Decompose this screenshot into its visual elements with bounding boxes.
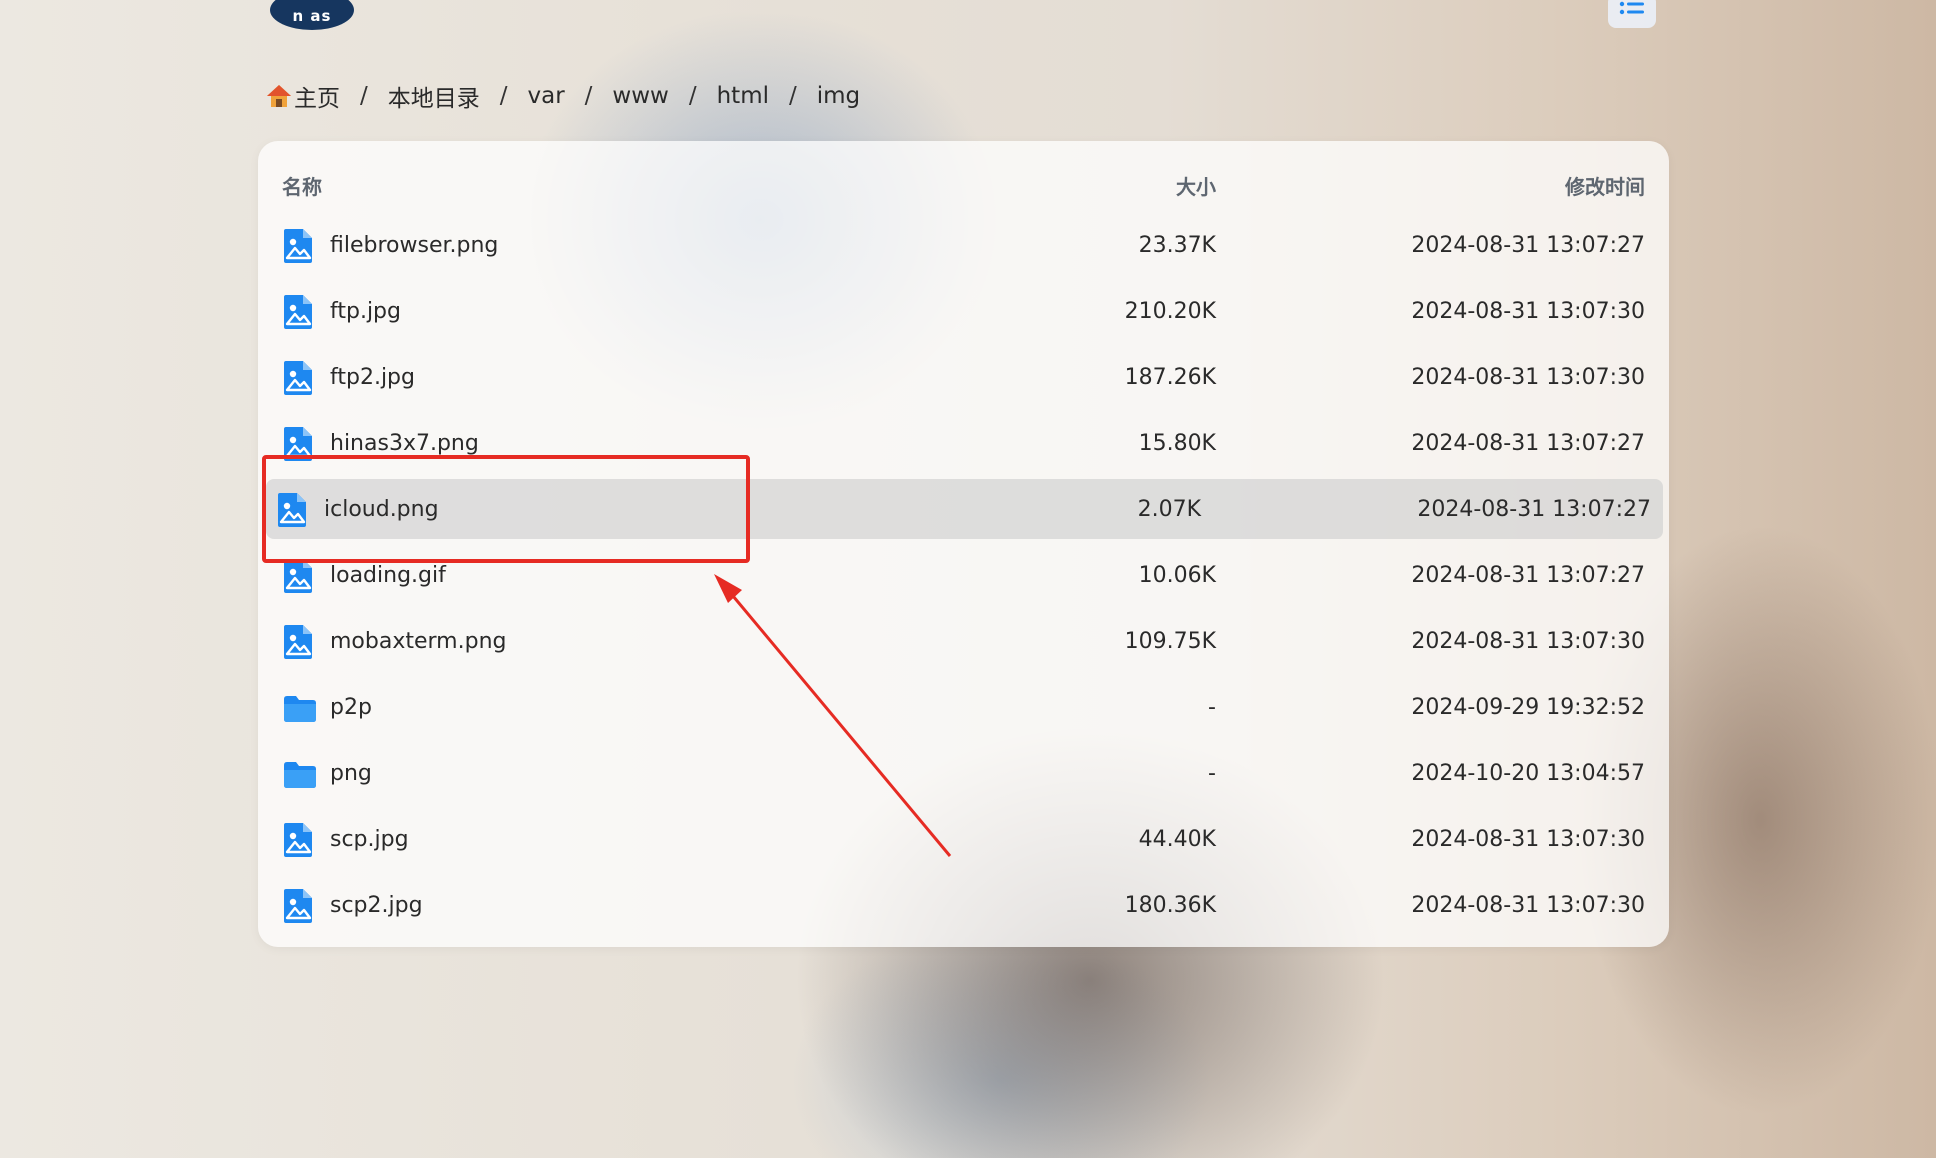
breadcrumb-var[interactable]: var <box>528 83 565 109</box>
column-header-modified[interactable]: 修改时间 <box>1565 171 1645 200</box>
file-row[interactable]: hinas3x7.png 15.80K 2024-08-31 13:07:27 <box>258 413 1669 473</box>
file-row[interactable]: ftp.jpg 210.20K 2024-08-31 13:07:30 <box>258 281 1669 341</box>
file-row[interactable]: ftp2.jpg 187.26K 2024-08-31 13:07:30 <box>258 347 1669 407</box>
list-view-toggle-button[interactable] <box>1608 0 1656 28</box>
file-size: - <box>1208 695 1216 720</box>
file-modified-time: 2024-08-31 13:07:30 <box>1411 629 1645 654</box>
breadcrumb-www[interactable]: www <box>612 83 668 109</box>
column-header-size[interactable]: 大小 <box>1176 171 1216 200</box>
file-name[interactable]: mobaxterm.png <box>330 629 506 654</box>
file-size: 180.36K <box>1124 893 1216 918</box>
file-size: 15.80K <box>1138 431 1216 456</box>
file-name[interactable]: png <box>330 761 372 786</box>
file-list-panel: 名称 大小 修改时间 filebrowser.png 23.37K 2024-08-… <box>258 141 1669 947</box>
folder-icon <box>282 689 316 727</box>
file-size: 187.26K <box>1124 365 1216 390</box>
file-row[interactable]: mobaxterm.png 109.75K 2024-08-31 13:07:30 <box>258 611 1669 671</box>
file-row[interactable]: filebrowser.png 23.37K 2024-08-31 13:07:27 <box>258 215 1669 275</box>
image-file-icon <box>282 293 314 331</box>
file-name[interactable]: scp.jpg <box>330 827 409 852</box>
file-name[interactable]: ftp2.jpg <box>330 365 415 390</box>
file-name[interactable]: filebrowser.png <box>330 233 498 258</box>
file-size: 210.20K <box>1124 299 1216 324</box>
image-file-icon <box>282 359 314 397</box>
file-modified-time: 2024-08-31 13:07:27 <box>1411 563 1645 588</box>
breadcrumb-local-dir[interactable]: 本地目录 <box>388 79 480 113</box>
file-row[interactable]: icloud.png 2.07K 2024-08-31 13:07:27 <box>266 479 1663 539</box>
home-icon <box>267 85 291 107</box>
file-row[interactable]: loading.gif 10.06K 2024-08-31 13:07:27 <box>258 545 1669 605</box>
file-modified-time: 2024-08-31 13:07:30 <box>1411 299 1645 324</box>
breadcrumb-separator: / <box>688 83 697 109</box>
file-name[interactable]: hinas3x7.png <box>330 431 479 456</box>
file-name[interactable]: icloud.png <box>324 497 439 522</box>
file-size: 44.40K <box>1138 827 1216 852</box>
file-modified-time: 2024-08-31 13:07:27 <box>1417 497 1651 522</box>
breadcrumb-html[interactable]: html <box>717 83 769 109</box>
file-modified-time: 2024-08-31 13:07:27 <box>1411 233 1645 258</box>
breadcrumb-separator: / <box>360 83 368 109</box>
file-row[interactable]: p2p - 2024-09-29 19:32:52 <box>258 677 1669 737</box>
file-modified-time: 2024-08-31 13:07:30 <box>1411 893 1645 918</box>
file-modified-time: 2024-08-31 13:07:30 <box>1411 365 1645 390</box>
file-modified-time: 2024-10-20 13:04:57 <box>1411 761 1645 786</box>
breadcrumb-img[interactable]: img <box>817 83 860 109</box>
breadcrumb-separator: / <box>789 83 797 109</box>
file-size: 10.06K <box>1138 563 1216 588</box>
file-row[interactable]: scp2.jpg 180.36K 2024-08-31 13:07:30 <box>258 875 1669 935</box>
breadcrumb-label: 主页 <box>294 86 340 112</box>
image-file-icon <box>282 227 314 265</box>
file-size: 2.07K <box>1137 497 1201 522</box>
image-file-icon <box>282 821 314 859</box>
file-name[interactable]: ftp.jpg <box>330 299 401 324</box>
breadcrumb: 主页 / 本地目录 / var / www / html / img <box>266 76 860 116</box>
file-name[interactable]: scp2.jpg <box>330 893 423 918</box>
image-file-icon <box>282 887 314 925</box>
breadcrumb-separator: / <box>499 83 508 109</box>
list-icon <box>1619 1 1644 15</box>
file-row[interactable]: png - 2024-10-20 13:04:57 <box>258 743 1669 803</box>
folder-icon <box>282 755 316 793</box>
file-name[interactable]: p2p <box>330 695 372 720</box>
column-header-name[interactable]: 名称 <box>282 171 322 200</box>
file-modified-time: 2024-08-31 13:07:30 <box>1411 827 1645 852</box>
image-file-icon <box>276 491 308 529</box>
breadcrumb-home[interactable]: 主页 <box>266 79 340 113</box>
file-size: - <box>1208 761 1216 786</box>
file-modified-time: 2024-09-29 19:32:52 <box>1411 695 1645 720</box>
file-size: 109.75K <box>1124 629 1216 654</box>
file-name[interactable]: loading.gif <box>330 563 446 588</box>
file-size: 23.37K <box>1138 233 1216 258</box>
image-file-icon <box>282 557 314 595</box>
breadcrumb-separator: / <box>584 83 593 109</box>
image-file-icon <box>282 623 314 661</box>
image-file-icon <box>282 425 314 463</box>
file-table-header: 名称 大小 修改时间 <box>258 163 1669 203</box>
file-modified-time: 2024-08-31 13:07:27 <box>1411 431 1645 456</box>
file-row[interactable]: scp.jpg 44.40K 2024-08-31 13:07:30 <box>258 809 1669 869</box>
